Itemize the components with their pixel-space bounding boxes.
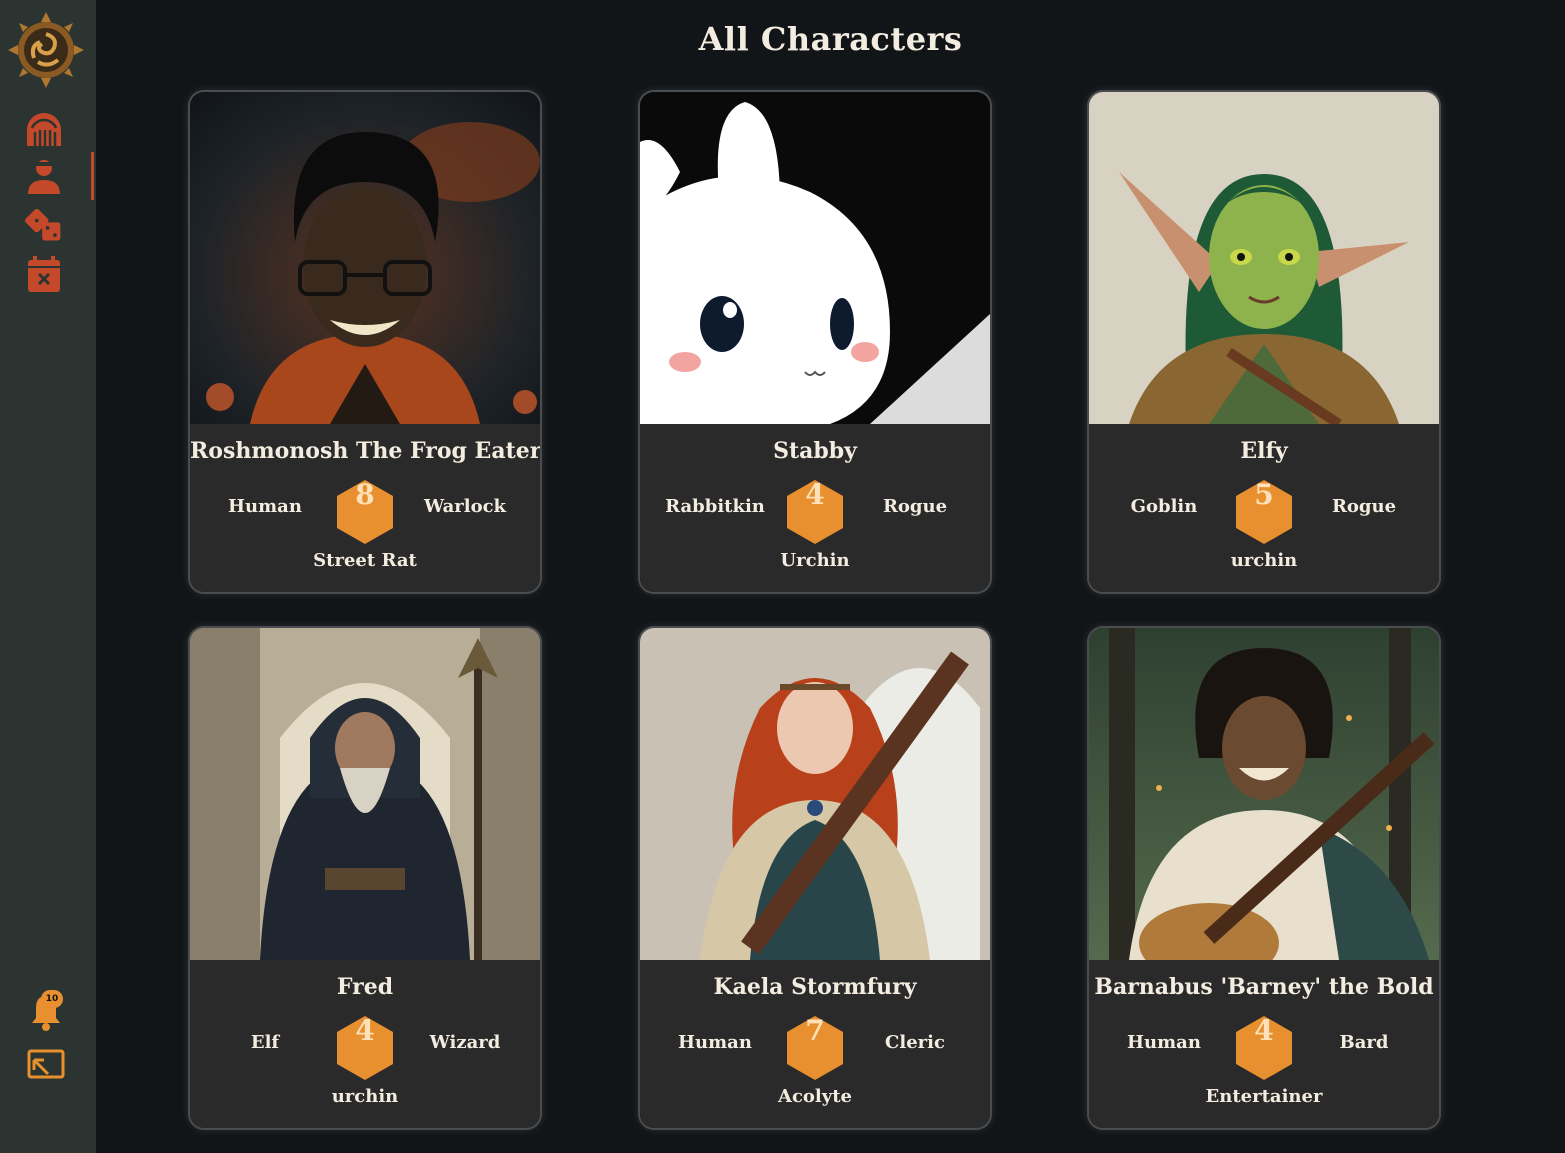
character-card[interactable]: Barnabus 'Barney' the Bold Human 4 Bard … [1089,628,1439,1128]
character-background: Street Rat [313,550,417,571]
character-class: Warlock [423,496,507,517]
character-portrait [640,628,990,960]
character-info: Barnabus 'Barney' the Bold Human 4 Bard … [1089,960,1439,1128]
character-background: Entertainer [1205,1086,1323,1107]
character-portrait [190,628,540,960]
character-background: urchin [1230,550,1298,571]
exit-icon[interactable] [26,1048,66,1084]
character-level: 4 [355,1014,375,1047]
character-card[interactable]: Elfy Goblin 5 Rogue urchin [1089,92,1439,592]
character-name: Roshmonosh The Frog Eater [190,438,540,464]
notification-badge: 10 [41,990,63,1008]
character-level: 5 [1254,478,1274,511]
character-race: Elf [250,1032,280,1053]
dice-icon[interactable] [24,206,64,246]
character-info: Elfy Goblin 5 Rogue urchin [1089,424,1439,592]
sidebar: 10 [0,0,96,1153]
character-name: Elfy [1240,438,1288,464]
character-background: Urchin [780,550,850,571]
character-icon[interactable] [24,156,64,196]
character-info: Stabby Rabbitkin 4 Rogue Urchin [640,424,990,592]
character-class: Wizard [429,1032,501,1053]
character-info: Roshmonosh The Frog Eater Human 8 Warloc… [190,424,540,592]
character-info: Kaela Stormfury Human 7 Cleric Acolyte [640,960,990,1128]
character-portrait [190,92,540,424]
character-level: 7 [805,1014,825,1047]
character-class: Rogue [1331,496,1397,517]
character-race: Rabbitkin [665,496,765,517]
character-name: Stabby [773,438,857,464]
character-class: Bard [1339,1032,1389,1053]
app-logo[interactable] [8,12,84,88]
character-level: 4 [1254,1014,1274,1047]
character-name: Barnabus 'Barney' the Bold [1094,974,1434,1000]
character-card[interactable]: Stabby Rabbitkin 4 Rogue Urchin [640,92,990,592]
character-name: Fred [336,974,394,1000]
character-class: Cleric [885,1032,945,1053]
character-portrait [640,92,990,424]
character-name: Kaela Stormfury [713,974,917,1000]
character-level: 8 [355,478,375,511]
character-level: 4 [805,478,825,511]
character-card[interactable]: Fred Elf 4 Wizard urchin [190,628,540,1128]
character-info: Fred Elf 4 Wizard urchin [190,960,540,1128]
character-race: Human [678,1032,752,1053]
character-background: Acolyte [778,1086,852,1107]
calendar-icon[interactable] [24,254,64,294]
character-class: Rogue [882,496,948,517]
active-nav-indicator [91,152,94,200]
character-background: urchin [331,1086,399,1107]
character-card[interactable]: Kaela Stormfury Human 7 Cleric Acolyte [640,628,990,1128]
character-portrait [1089,92,1439,424]
character-card[interactable]: Roshmonosh The Frog Eater Human 8 Warloc… [190,92,540,592]
character-portrait [1089,628,1439,960]
character-race: Human [228,496,302,517]
character-race: Goblin [1130,496,1198,517]
character-race: Human [1127,1032,1201,1053]
campfire-icon[interactable] [24,108,64,148]
page-title: All Characters [698,20,963,58]
